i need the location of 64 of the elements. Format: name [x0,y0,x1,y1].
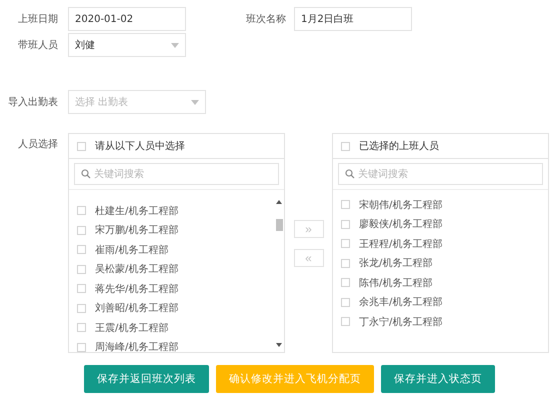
checkbox[interactable] [341,220,350,229]
list-item[interactable]: 王震/机务工程部 [69,318,274,338]
checkbox[interactable] [77,264,86,274]
list-item[interactable]: 王程程/机务工程部 [333,234,548,254]
person-name: 张龙/机务工程部 [359,256,432,270]
list-item[interactable]: 陈伟/机务工程部 [333,273,548,292]
person-name: 崔雨/机务工程部 [95,244,168,257]
list-item[interactable]: 周海峰/机务工程部 [69,338,274,352]
checkbox[interactable] [341,317,350,326]
field-label: 人员选择 [17,138,58,151]
panel-title: 已选择的上班人员 [359,140,439,153]
leader-select[interactable]: 刘健 [68,33,186,57]
up-arrow-icon[interactable] [276,200,282,204]
list-item[interactable]: 张龙/机务工程部 [333,254,548,273]
list-item[interactable]: 崔雨/机务工程部 [69,240,274,260]
down-arrow-icon[interactable] [276,343,282,347]
checkbox[interactable] [77,206,86,216]
person-name: 陈伟/机务工程部 [359,276,432,290]
shift-name-field[interactable]: 1月2日白班 [294,7,412,31]
field-label: 班次名称 [245,12,286,26]
list-item[interactable]: 杜建生/机务工程部 [69,201,274,220]
search-icon [81,169,91,179]
list-item[interactable]: 宋万鹏/机务工程部 [69,220,274,240]
checkbox[interactable] [77,304,86,313]
list-item[interactable]: 刘善昭/机务工程部 [69,298,274,318]
list-item[interactable]: 余兆丰/机务工程部 [333,292,548,312]
person-name: 余兆丰/机务工程部 [359,296,442,310]
checkbox[interactable] [77,284,86,294]
panel-title: 请从以下人员中选择 [95,140,185,153]
list-item[interactable]: 廖毅侠/机务工程部 [333,214,548,234]
person-name: 王震/机务工程部 [95,322,168,335]
person-name: 刘善昭/机务工程部 [95,302,178,316]
person-name: 宋万鹏/机务工程部 [95,224,178,238]
checkbox[interactable] [341,278,350,288]
checkbox[interactable] [77,245,86,254]
person-name: 宋朝伟/机务工程部 [359,198,442,212]
checkbox[interactable] [341,200,350,210]
field-label: 带班人员 [17,38,58,52]
list-item[interactable]: 吴松蒙/机务工程部 [69,260,274,279]
caret-icon [191,100,199,104]
person-name: 王程程/机务工程部 [359,238,442,251]
checkbox[interactable] [77,226,86,235]
list-item[interactable]: 宋朝伟/机务工程部 [333,195,548,214]
checkbox[interactable] [341,258,350,268]
list-item[interactable]: 丁永宁/机务工程部 [333,312,548,332]
person-name: 周海峰/机务工程部 [95,340,178,352]
checkbox[interactable] [77,142,86,150]
list-item[interactable]: 蒋先华/机务工程部 [69,279,274,298]
checkbox[interactable] [77,342,86,352]
person-name: 杜建生/机务工程部 [95,204,178,218]
person-name: 吴松蒙/机务工程部 [95,262,178,276]
caret-icon [171,42,179,48]
checkbox[interactable] [77,323,86,332]
search-icon [345,169,355,179]
field-label: 上班日期 [17,12,58,26]
scrollbar-thumb[interactable] [276,219,282,231]
checkbox[interactable] [341,298,350,307]
person-name: 廖毅侠/机务工程部 [359,218,442,232]
person-name: 蒋先华/机务工程部 [95,282,178,296]
field-label: 导入出勤表 [7,96,58,109]
person-name: 丁永宁/机务工程部 [359,316,442,329]
checkbox[interactable] [341,239,350,248]
checkbox[interactable] [341,142,350,150]
date-field[interactable]: 2020-01-02 [68,7,186,31]
